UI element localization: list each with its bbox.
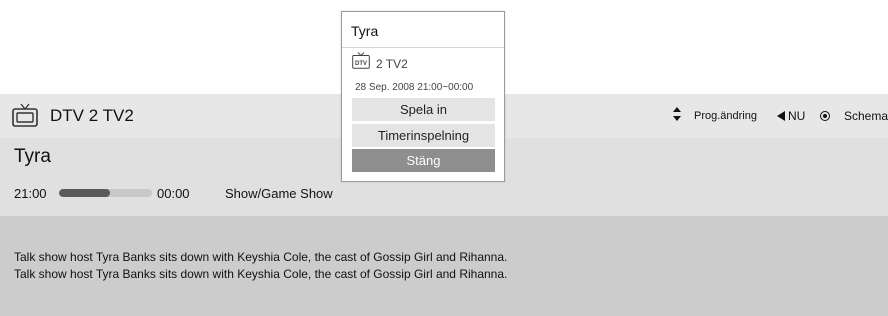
timer-recording-button[interactable]: Timerinspelning [352, 124, 495, 147]
close-button[interactable]: Stäng [352, 149, 495, 172]
channel-title: DTV 2 TV2 [50, 106, 134, 125]
program-title: Tyra [14, 146, 51, 167]
now-label[interactable]: NU [788, 109, 805, 123]
up-down-arrows-icon [673, 107, 681, 121]
prog-change-label[interactable]: Prog.ändring [694, 110, 757, 122]
left-arrow-icon [777, 111, 785, 121]
description-line: Talk show host Tyra Banks sits down with… [14, 250, 508, 264]
schedule-label[interactable]: Schema [844, 109, 888, 123]
popup-channel: 2 TV2 [376, 57, 408, 71]
popup-title: Tyra [351, 23, 379, 39]
end-time: 00:00 [157, 186, 190, 201]
dtv-icon: DTV [352, 52, 370, 69]
description-line: Talk show host Tyra Banks sits down with… [14, 267, 508, 281]
tv-icon [12, 103, 38, 127]
program-genre: Show/Game Show [225, 186, 333, 201]
popup-datetime: 28 Sep. 2008 21:00~00:00 [355, 82, 474, 93]
start-time: 21:00 [14, 186, 47, 201]
progress-bar [59, 189, 152, 197]
radio-icon [820, 111, 830, 121]
program-popup: Tyra DTV 2 TV2 28 Sep. 2008 21:00~00:00 … [341, 11, 505, 182]
popup-divider [342, 47, 504, 48]
program-description: Talk show host Tyra Banks sits down with… [0, 216, 888, 316]
record-button[interactable]: Spela in [352, 98, 495, 121]
dtv-badge-label: DTV [355, 61, 367, 67]
progress-fill [59, 189, 111, 197]
